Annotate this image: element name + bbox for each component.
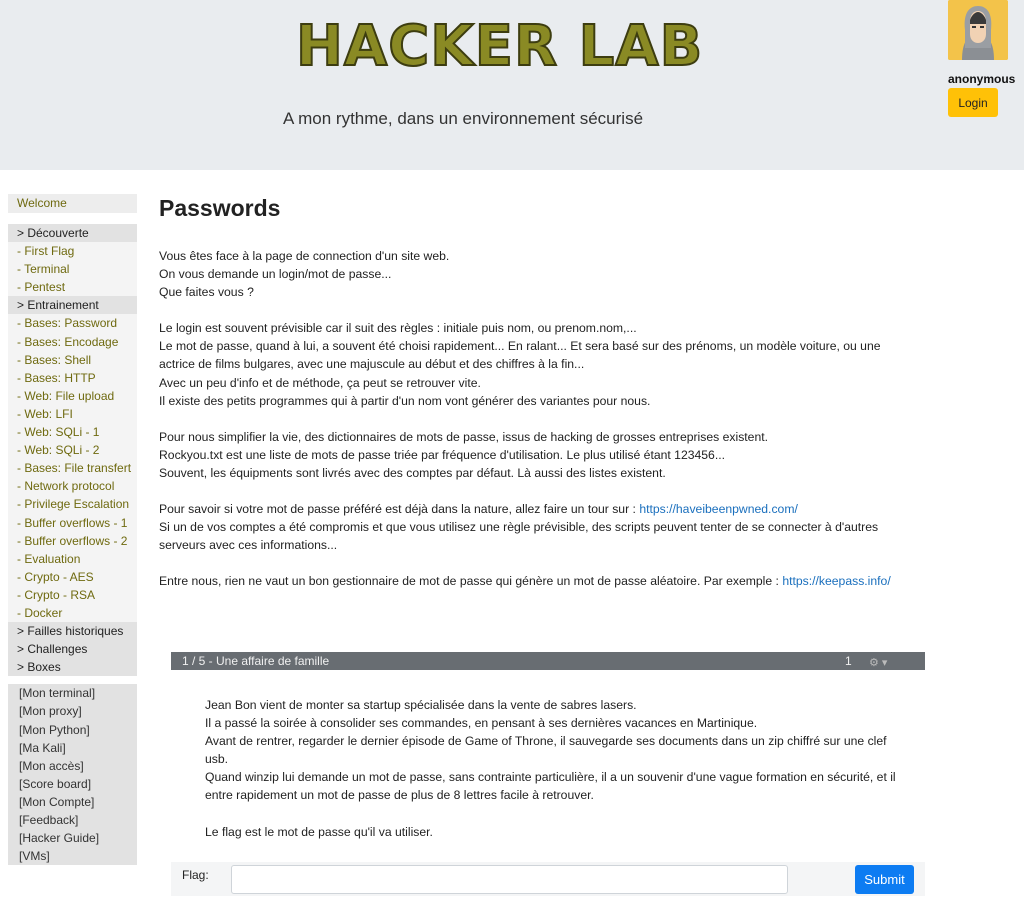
text-line: Rockyou.txt est une liste de mots de pas… (159, 447, 725, 462)
sidebar-tool-link[interactable]: [Mon Compte] (8, 793, 137, 811)
sidebar-item-welcome[interactable]: Welcome (8, 194, 137, 213)
sidebar-tool-link[interactable]: [Mon Python] (8, 721, 137, 739)
text-line: Il existe des petits programmes qui à pa… (159, 393, 651, 408)
sidebar-tool-link[interactable]: [Score board] (8, 775, 137, 793)
sidebar-item[interactable]: - Buffer overflows - 2 (8, 532, 137, 550)
text-line: On vous demande un login/mot de passe... (159, 267, 392, 282)
sidebar-item[interactable]: - Web: SQLi - 2 (8, 441, 137, 459)
paragraph-intro: Vous êtes face à la page de connection d… (159, 247, 909, 301)
challenge-description: Jean Bon vient de monter sa startup spéc… (205, 696, 915, 859)
sidebar-section[interactable]: > Failles historiques (8, 622, 137, 641)
login-button[interactable]: Login (948, 88, 998, 117)
text-line: entre rapidement un mot de passe de plus… (205, 788, 594, 803)
flag-input[interactable] (231, 865, 788, 894)
sidebar-tool-link[interactable]: [Hacker Guide] (8, 829, 137, 847)
text-line: Avec un peu d'info et de méthode, ça peu… (159, 375, 481, 390)
text-line: Si un de vos comptes a été compromis et … (159, 520, 879, 535)
username: anonymous (948, 72, 1016, 86)
site-header: HACKER LAB A mon rythme, dans un environ… (0, 0, 1024, 170)
sidebar-tool-link[interactable]: [Mon accès] (8, 757, 137, 775)
sidebar-item[interactable]: - Crypto - RSA (8, 586, 137, 604)
sidebar-tool-link[interactable]: [Ma Kali] (8, 739, 137, 757)
challenge-header[interactable]: 1 / 5 - Une affaire de famille 1 ⚙ ▾ (171, 652, 925, 670)
text-line: actrice de films bulgares, avec une maju… (159, 357, 585, 372)
paragraph-login: Le login est souvent prévisible car il s… (159, 319, 909, 409)
challenge-instruction: Le flag est le mot de passe qu'il va uti… (205, 823, 915, 841)
sidebar-item[interactable]: - Network protocol (8, 477, 137, 495)
hacker-avatar-icon[interactable] (948, 0, 1008, 60)
text-line: Le flag est le mot de passe qu'il va uti… (205, 824, 433, 839)
challenge-paragraph: Jean Bon vient de monter sa startup spéc… (205, 696, 915, 805)
text-line: Le mot de passe, quand à lui, a souvent … (159, 339, 881, 354)
sidebar: Welcome > Découverte - First Flag - Termin… (8, 194, 137, 866)
sidebar-menu: > Découverte - First Flag - Terminal - Pent… (8, 224, 137, 677)
text-line: Il a passé la soirée à consolider ses co… (205, 716, 758, 731)
text-line: Jean Bon vient de monter sa startup spéc… (205, 698, 637, 712)
sidebar-item[interactable]: - Evaluation (8, 550, 137, 568)
sidebar-item[interactable]: - Buffer overflows - 1 (8, 514, 137, 532)
text-line: Le login est souvent prévisible car il s… (159, 321, 637, 336)
challenge-title: 1 / 5 - Une affaire de famille (182, 654, 330, 668)
flag-form: Flag: Submit (171, 862, 925, 896)
text-line: Pour nous simplifier la vie, des diction… (159, 429, 769, 444)
text-line: Pour savoir si votre mot de passe préfér… (159, 500, 909, 518)
challenge-count: 1 (845, 654, 852, 668)
sidebar-item[interactable]: - Bases: Shell (8, 351, 137, 369)
paragraph-keepass: Entre nous, rien ne vaut un bon gestionn… (159, 572, 909, 590)
text-line: Entre nous, rien ne vaut un bon gestionn… (159, 572, 909, 590)
site-tagline: A mon rythme, dans un environnement sécu… (283, 109, 644, 128)
text-line: serveurs avec ces informations... (159, 538, 338, 553)
sidebar-tool-link[interactable]: [Mon proxy] (8, 702, 137, 720)
gear-icon[interactable]: ⚙ ▾ (869, 654, 887, 672)
sidebar-item[interactable]: - First Flag (8, 242, 137, 260)
sidebar-item[interactable]: - Web: SQLi - 1 (8, 423, 137, 441)
text-line: usb. (205, 752, 229, 767)
sidebar-tool-link[interactable]: [Mon terminal] (8, 684, 137, 702)
paragraph-dictionaries: Pour nous simplifier la vie, des diction… (159, 428, 909, 482)
sidebar-item[interactable]: - Web: LFI (8, 405, 137, 423)
text-line: Vous êtes face à la page de connection d… (159, 249, 450, 263)
sidebar-section[interactable]: > Entrainement (8, 296, 137, 315)
sidebar-tools: [Mon terminal] [Mon proxy] [Mon Python] [Ma… (8, 684, 137, 866)
haveibeenpwned-link[interactable]: https://haveibeenpwned.com/ (639, 502, 798, 516)
sidebar-item[interactable]: - Crypto - AES (8, 568, 137, 586)
sidebar-item[interactable]: - Web: File upload (8, 387, 137, 405)
text-line: Quand winzip lui demande un mot de passe… (205, 770, 896, 785)
article-body: Vous êtes face à la page de connection d… (159, 247, 909, 608)
sidebar-section[interactable]: > Découverte (8, 224, 137, 243)
sidebar-item[interactable]: - Bases: HTTP (8, 369, 137, 387)
sidebar-item[interactable]: - Privilege Escalation (8, 495, 137, 513)
sidebar-section[interactable]: > Boxes (8, 658, 137, 677)
sidebar-item[interactable]: - Pentest (8, 278, 137, 296)
sidebar-section[interactable]: > Challenges (8, 640, 137, 659)
flag-label: Flag: (182, 868, 209, 882)
sidebar-tool-link[interactable]: [Feedback] (8, 811, 137, 829)
submit-button[interactable]: Submit (855, 865, 914, 894)
sidebar-item[interactable]: - Bases: Encodage (8, 333, 137, 351)
sidebar-item[interactable]: - Terminal (8, 260, 137, 278)
sidebar-item[interactable]: - Docker (8, 604, 137, 622)
pwned-intro: Pour savoir si votre mot de passe préfér… (159, 502, 640, 517)
text-line: Avant de rentrer, regarder le dernier ép… (205, 734, 887, 749)
page-title: Passwords (159, 195, 281, 221)
keepass-link[interactable]: https://keepass.info/ (782, 574, 890, 588)
sidebar-item[interactable]: - Bases: File transfert (8, 459, 137, 477)
text-line: Que faites vous ? (159, 285, 254, 300)
site-logo[interactable]: HACKER LAB (295, 13, 703, 80)
text-line: Souvent, les équipments sont livrés avec… (159, 465, 666, 480)
paragraph-pwned: Pour savoir si votre mot de passe préfér… (159, 500, 909, 554)
sidebar-item[interactable]: - Bases: Password (8, 314, 137, 332)
keepass-intro: Entre nous, rien ne vaut un bon gestionn… (159, 574, 783, 589)
sidebar-tool-link[interactable]: [VMs] (8, 847, 137, 865)
